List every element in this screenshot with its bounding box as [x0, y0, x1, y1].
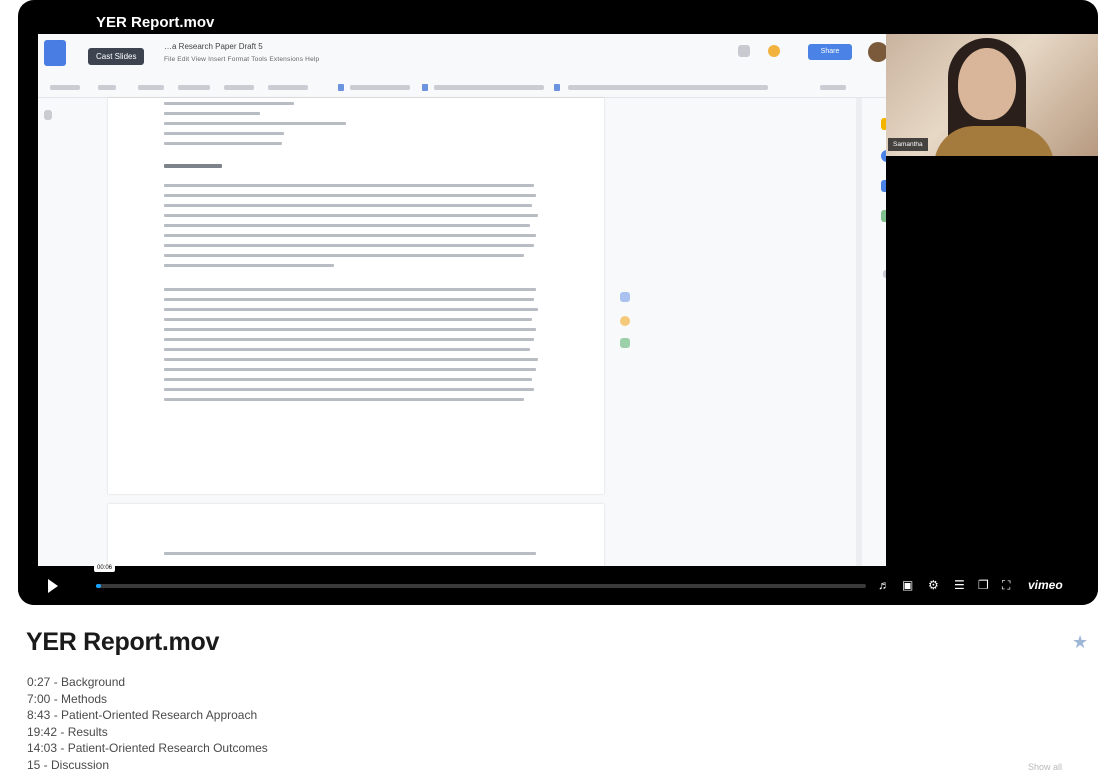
progress-bar[interactable]	[96, 584, 866, 588]
avatar	[868, 42, 888, 62]
docs-toolbar	[38, 78, 900, 98]
gear-icon[interactable]: ⚙	[928, 578, 939, 592]
video-player[interactable]: YER Report.mov Cast Slides …a Research P…	[18, 0, 1098, 605]
picture-in-picture-icon[interactable]: ❐	[978, 578, 989, 592]
cast-badge: Cast Slides	[88, 48, 145, 65]
chapter-list: 0:27 - Background 7:00 - Methods 8:43 - …	[27, 674, 268, 773]
document-page-2	[108, 504, 604, 574]
player-controls: 00:06 ♬ ▣ ⚙ ☰ ❐ ⛶ vimeo	[18, 564, 1098, 605]
list-item[interactable]: 15 - Discussion	[27, 757, 268, 774]
list-item[interactable]: 7:00 - Methods	[27, 691, 268, 708]
comment-add-icon	[620, 292, 630, 302]
list-item[interactable]: 0:27 - Background	[27, 674, 268, 691]
doc-menu: File Edit View Insert Format Tools Exten…	[164, 56, 320, 63]
page-title: YER Report.mov	[26, 628, 220, 656]
doc-name: …a Research Paper Draft 5	[164, 42, 263, 51]
list-item[interactable]: 8:43 - Patient-Oriented Research Approac…	[27, 707, 268, 724]
star-icon[interactable]: ★	[1072, 632, 1088, 653]
show-all-link[interactable]: Show all	[1028, 762, 1062, 772]
time-tooltip: 00:06	[94, 564, 116, 572]
list-item[interactable]: 14:03 - Patient-Oriented Research Outcom…	[27, 740, 268, 757]
vimeo-logo[interactable]: vimeo	[1028, 578, 1063, 592]
chapters-icon[interactable]: ☰	[954, 578, 965, 592]
list-item[interactable]: 19:42 - Results	[27, 724, 268, 741]
suggest-icon	[620, 338, 630, 348]
fullscreen-icon[interactable]: ⛶	[1002, 578, 1010, 592]
progress-fill	[96, 584, 101, 588]
video-title: YER Report.mov	[96, 14, 215, 31]
shared-document-screen: Cast Slides …a Research Paper Draft 5 Fi…	[38, 34, 900, 574]
docs-header: Cast Slides …a Research Paper Draft 5 Fi…	[38, 34, 900, 78]
docs-logo-icon	[44, 40, 66, 66]
webcam-feed: Samantha	[886, 34, 1098, 156]
document-page	[108, 98, 604, 494]
docs-scrollbar	[856, 98, 862, 574]
comment-icon	[738, 45, 750, 57]
left-ruler	[38, 98, 58, 574]
emoji-icon	[620, 316, 630, 326]
meet-icon	[768, 45, 780, 57]
volume-icon[interactable]: ♬	[878, 578, 890, 592]
captions-icon[interactable]: ▣	[902, 578, 913, 592]
share-button: Share	[808, 44, 852, 60]
webcam-name-label: Samantha	[888, 138, 928, 151]
play-icon[interactable]	[48, 579, 58, 593]
